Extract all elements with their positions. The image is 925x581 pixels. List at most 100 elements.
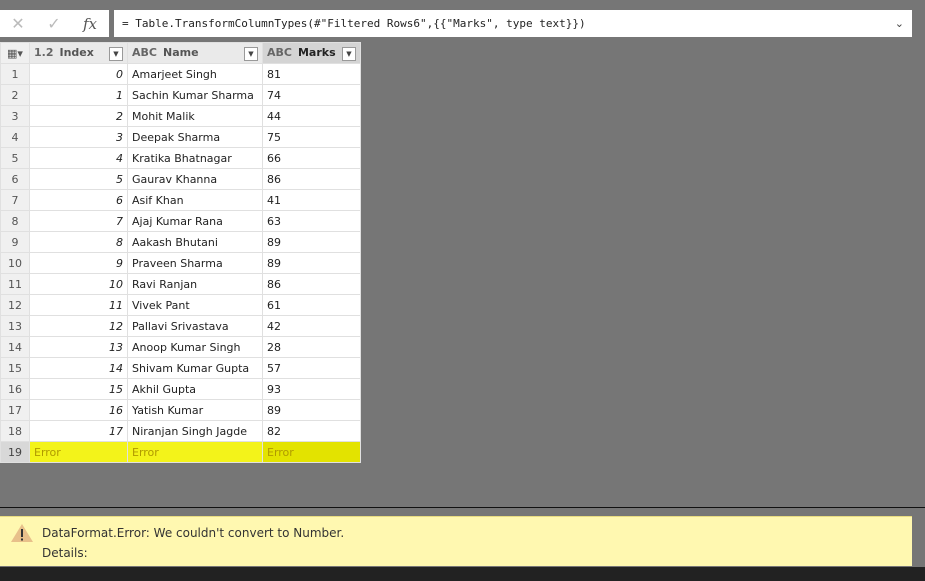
row-number[interactable]: 3 <box>0 105 30 127</box>
cell-index[interactable]: 3 <box>29 126 128 148</box>
cell-index[interactable]: 15 <box>29 378 128 400</box>
cell-marks[interactable]: 61 <box>262 294 361 316</box>
cell-name[interactable]: Aakash Bhutani <box>127 231 263 253</box>
row-number[interactable]: 16 <box>0 378 30 400</box>
cell-index[interactable]: 6 <box>29 189 128 211</box>
cell-marks[interactable]: 41 <box>262 189 361 211</box>
cell-name[interactable]: Yatish Kumar <box>127 399 263 421</box>
row-number[interactable]: 11 <box>0 273 30 295</box>
chevron-down-icon[interactable]: ⌄ <box>895 10 904 37</box>
row-number[interactable]: 13 <box>0 315 30 337</box>
table-row: 1 0 Amarjeet Singh 81 <box>0 63 361 85</box>
cell-index[interactable]: 7 <box>29 210 128 232</box>
number-type-icon[interactable]: 1.2 <box>34 46 54 59</box>
column-header-marks[interactable]: ABC Marks ▼ <box>262 42 361 64</box>
cell-name[interactable]: Pallavi Srivastava <box>127 315 263 337</box>
text-type-icon[interactable]: ABC <box>267 46 292 59</box>
table-row: 16 15 Akhil Gupta 93 <box>0 378 361 400</box>
cell-marks[interactable]: 74 <box>262 84 361 106</box>
row-number[interactable]: 6 <box>0 168 30 190</box>
row-number[interactable]: 4 <box>0 126 30 148</box>
cell-marks[interactable]: 28 <box>262 336 361 358</box>
table-row: 11 10 Ravi Ranjan 86 <box>0 273 361 295</box>
cell-index[interactable]: 11 <box>29 294 128 316</box>
cell-marks[interactable]: 63 <box>262 210 361 232</box>
cell-index[interactable]: 13 <box>29 336 128 358</box>
cell-index[interactable]: 14 <box>29 357 128 379</box>
row-number[interactable]: 2 <box>0 84 30 106</box>
cell-name[interactable]: Ravi Ranjan <box>127 273 263 295</box>
cell-marks[interactable]: 89 <box>262 252 361 274</box>
cell-index[interactable]: 5 <box>29 168 128 190</box>
cell-marks[interactable]: 75 <box>262 126 361 148</box>
cell-name[interactable]: Mohit Malik <box>127 105 263 127</box>
cell-index[interactable]: 9 <box>29 252 128 274</box>
cell-name[interactable]: Kratika Bhatnagar <box>127 147 263 169</box>
cell-index[interactable]: 4 <box>29 147 128 169</box>
cell-index[interactable]: 8 <box>29 231 128 253</box>
error-cell[interactable]: Error <box>127 441 263 463</box>
column-header-index[interactable]: 1.2 Index ▼ <box>29 42 128 64</box>
cell-name[interactable]: Gaurav Khanna <box>127 168 263 190</box>
cell-marks[interactable]: 66 <box>262 147 361 169</box>
cell-index[interactable]: 0 <box>29 63 128 85</box>
row-number[interactable]: 10 <box>0 252 30 274</box>
text-type-icon[interactable]: ABC <box>132 46 157 59</box>
row-number[interactable]: 12 <box>0 294 30 316</box>
cell-marks[interactable]: 42 <box>262 315 361 337</box>
cell-name[interactable]: Praveen Sharma <box>127 252 263 274</box>
cell-marks[interactable]: 86 <box>262 273 361 295</box>
cell-index[interactable]: 10 <box>29 273 128 295</box>
cell-marks[interactable]: 82 <box>262 420 361 442</box>
cell-index[interactable]: 2 <box>29 105 128 127</box>
cell-name[interactable]: Niranjan Singh Jagde <box>127 420 263 442</box>
row-number[interactable]: 18 <box>0 420 30 442</box>
row-number[interactable]: 9 <box>0 231 30 253</box>
cell-marks[interactable]: 89 <box>262 231 361 253</box>
cell-index[interactable]: 17 <box>29 420 128 442</box>
error-cell[interactable]: Error <box>262 441 361 463</box>
cell-marks[interactable]: 89 <box>262 399 361 421</box>
row-number[interactable]: 1 <box>0 63 30 85</box>
cell-index[interactable]: 12 <box>29 315 128 337</box>
status-strip <box>0 567 925 581</box>
table-row: 4 3 Deepak Sharma 75 <box>0 126 361 148</box>
row-number[interactable]: 17 <box>0 399 30 421</box>
cell-name[interactable]: Ajaj Kumar Rana <box>127 210 263 232</box>
formula-input[interactable]: = Table.TransformColumnTypes(#"Filtered … <box>114 10 912 37</box>
error-cell[interactable]: Error <box>29 441 128 463</box>
row-number[interactable]: 5 <box>0 147 30 169</box>
cell-marks[interactable]: 86 <box>262 168 361 190</box>
column-header-name[interactable]: ABC Name ▼ <box>127 42 263 64</box>
cell-index[interactable]: 16 <box>29 399 128 421</box>
cell-marks[interactable]: 57 <box>262 357 361 379</box>
filter-dropdown-icon[interactable]: ▼ <box>342 46 356 61</box>
cell-name[interactable]: Anoop Kumar Singh <box>127 336 263 358</box>
fx-icon[interactable]: fx <box>72 15 108 33</box>
check-icon[interactable]: ✓ <box>36 14 72 33</box>
cell-marks[interactable]: 81 <box>262 63 361 85</box>
error-row: 19 Error Error Error <box>0 441 361 463</box>
row-number[interactable]: 7 <box>0 189 30 211</box>
table-row: 15 14 Shivam Kumar Gupta 57 <box>0 357 361 379</box>
cell-name[interactable]: Akhil Gupta <box>127 378 263 400</box>
row-number[interactable]: 14 <box>0 336 30 358</box>
filter-dropdown-icon[interactable]: ▼ <box>244 46 258 61</box>
cell-marks[interactable]: 93 <box>262 378 361 400</box>
filter-dropdown-icon[interactable]: ▼ <box>109 46 123 61</box>
cell-index[interactable]: 1 <box>29 84 128 106</box>
cell-name[interactable]: Deepak Sharma <box>127 126 263 148</box>
close-icon[interactable]: ✕ <box>0 14 36 33</box>
row-number[interactable]: 8 <box>0 210 30 232</box>
cell-name[interactable]: Asif Khan <box>127 189 263 211</box>
row-number[interactable]: 19 <box>0 441 30 463</box>
table-menu-icon[interactable]: ▦▾ <box>0 42 30 64</box>
cell-name[interactable]: Amarjeet Singh <box>127 63 263 85</box>
cell-name[interactable]: Vivek Pant <box>127 294 263 316</box>
cell-name[interactable]: Shivam Kumar Gupta <box>127 357 263 379</box>
column-name: Index <box>59 45 94 59</box>
table-row: 7 6 Asif Khan 41 <box>0 189 361 211</box>
cell-name[interactable]: Sachin Kumar Sharma <box>127 84 263 106</box>
row-number[interactable]: 15 <box>0 357 30 379</box>
cell-marks[interactable]: 44 <box>262 105 361 127</box>
